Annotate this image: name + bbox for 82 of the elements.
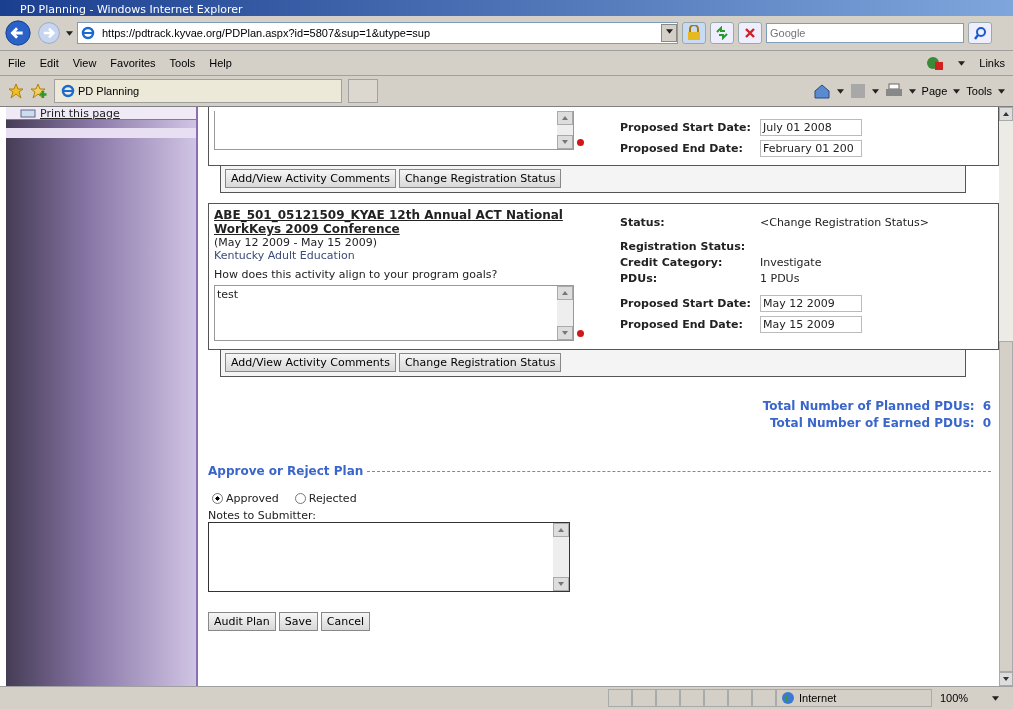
form-button[interactable]: Audit Plan (208, 612, 276, 631)
menu-item[interactable]: View (72, 57, 97, 69)
caret-icon[interactable] (958, 60, 966, 66)
window-title: PD Planning - Windows Internet Explorer (19, 4, 243, 16)
notes-label: Notes to Submitter: (208, 509, 317, 522)
field-value: 1 PDUs (760, 272, 801, 285)
date-field[interactable]: May 15 2009 (760, 316, 862, 333)
total-label: Total Number of Planned PDUs: (762, 399, 975, 413)
form-button[interactable]: Cancel (320, 612, 371, 631)
form-button[interactable]: Save (278, 612, 318, 631)
field-label: Proposed End Date: (620, 318, 744, 331)
zoom-level[interactable]: 100% (932, 692, 992, 704)
menu-item[interactable]: Help (209, 57, 232, 69)
field-label: Credit Category: (620, 256, 724, 269)
status-pane (704, 689, 728, 707)
field-label: Status: (620, 216, 666, 229)
total-label: Total Number of Earned PDUs: (770, 416, 975, 430)
page-icon (81, 26, 95, 40)
caret-icon[interactable] (908, 88, 916, 94)
date-field[interactable]: May 12 2009 (760, 295, 862, 312)
back-button[interactable] (4, 19, 32, 47)
caret-icon[interactable] (871, 88, 879, 94)
print-icon[interactable] (884, 83, 903, 99)
section-heading: Approve or Reject Plan (208, 464, 364, 478)
field-value: Investigate (760, 256, 823, 269)
caret-icon[interactable] (992, 695, 999, 701)
status-pane (728, 689, 752, 707)
menu-item[interactable]: File (8, 57, 26, 69)
date-field[interactable]: February 01 200 (760, 140, 862, 157)
total-value: 0 (982, 416, 991, 430)
radio-option[interactable]: Rejected (294, 492, 357, 505)
activity-title[interactable]: ABE_501_05121509_KYAE 12th Annual ACT National WorkKeys 2009 Conference (214, 208, 584, 236)
radio-option[interactable]: Approved (212, 492, 279, 505)
field-label: Proposed Start Date: (620, 121, 752, 134)
status-pane (632, 689, 656, 707)
status-pane (680, 689, 704, 707)
required-dot-icon (577, 139, 584, 146)
scroll-up-icon[interactable] (999, 107, 1013, 121)
field-label: Proposed End Date: (620, 142, 744, 155)
stop-icon[interactable] (738, 22, 762, 44)
lock-icon[interactable] (682, 22, 706, 44)
field-label: Proposed Start Date: (620, 297, 752, 310)
star-icon[interactable] (8, 83, 24, 99)
browser-tab[interactable]: PD Planning (78, 85, 140, 97)
caret-icon[interactable] (836, 88, 844, 94)
page-icon (61, 84, 75, 98)
activity-dates: (May 12 2009 - May 15 2009) (214, 236, 378, 249)
menu-item[interactable]: Edit (39, 57, 59, 69)
field-value: <Change Registration Status> (760, 216, 929, 231)
caret-icon[interactable] (953, 88, 961, 94)
home-icon[interactable] (812, 83, 831, 99)
caret-icon[interactable] (998, 88, 1005, 94)
total-value: 6 (982, 399, 991, 413)
caret-icon[interactable] (665, 29, 673, 34)
field-label: Registration Status: (620, 240, 747, 253)
address-dropdown-button[interactable] (661, 24, 677, 42)
address-field[interactable]: https://pdtrack.kyvae.org/PDPlan.aspx?id=5807&sup=1&utype=sup (77, 22, 678, 44)
action-button[interactable]: Change Registration Status (398, 353, 562, 372)
command-menu[interactable]: Page (921, 85, 948, 97)
search-field[interactable]: Google (766, 23, 964, 43)
field-label: PDUs: (620, 272, 659, 285)
security-zone: Internet (799, 692, 837, 704)
command-menu[interactable]: Tools (966, 85, 992, 97)
activity-provider: Kentucky Adult Education (214, 249, 356, 262)
status-pane (608, 689, 632, 707)
scroll-down-icon[interactable] (999, 672, 1013, 686)
question-label: How does this activity align to your program goals? (214, 268, 499, 281)
required-dot-icon (577, 330, 584, 337)
date-field[interactable]: July 01 2008 (760, 119, 862, 136)
action-button[interactable]: Add/View Activity Comments (225, 353, 396, 372)
action-button[interactable]: Add/View Activity Comments (225, 169, 396, 188)
add-star-icon[interactable] (30, 83, 48, 99)
caret-icon[interactable] (66, 30, 73, 36)
printer-icon (20, 108, 36, 118)
refresh-icon[interactable] (710, 22, 734, 44)
menu-item[interactable]: Favorites (110, 57, 156, 69)
action-button[interactable]: Change Registration Status (398, 169, 562, 188)
status-pane (656, 689, 680, 707)
search-icon[interactable] (968, 22, 992, 44)
menu-item[interactable]: Tools (169, 57, 196, 69)
links-menu[interactable]: Links (979, 57, 1005, 69)
scrollbar[interactable] (999, 107, 1013, 686)
